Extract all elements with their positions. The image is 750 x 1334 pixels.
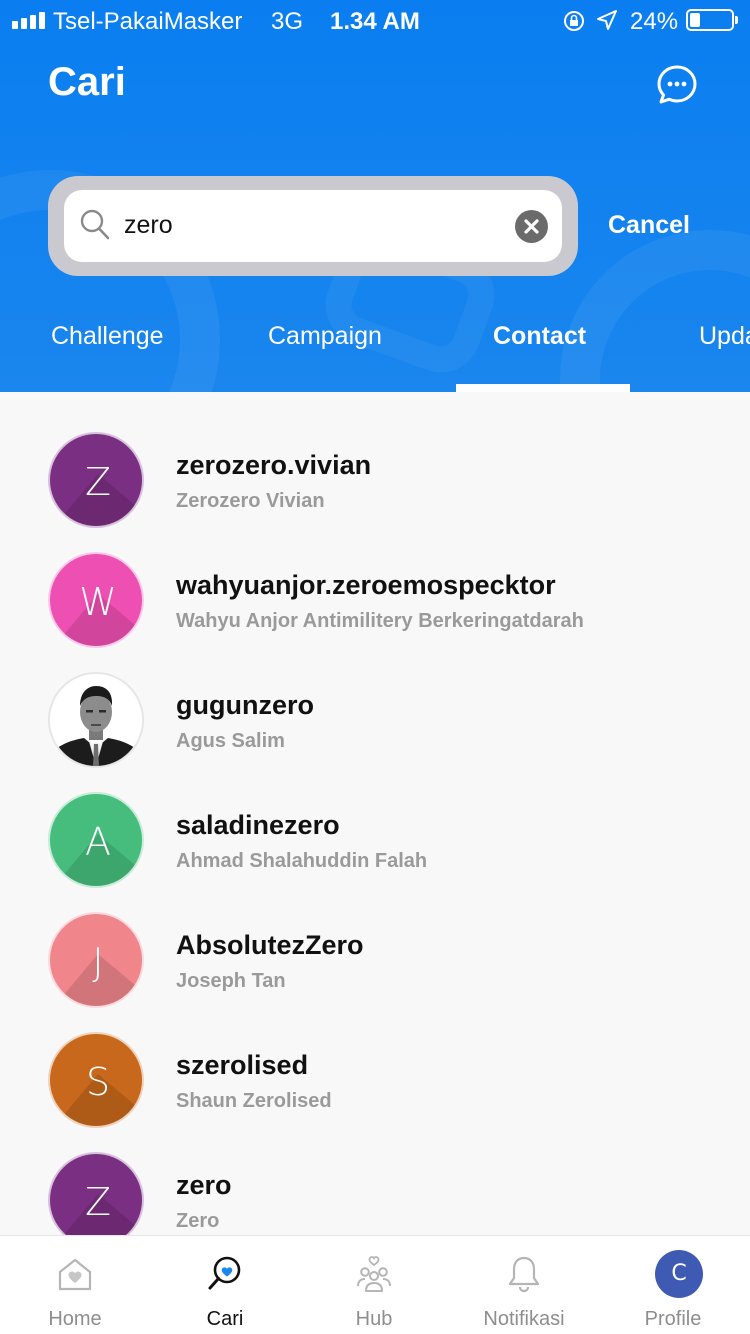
tab-challenge[interactable]: Challenge <box>51 322 164 351</box>
contact-username: saladinezero <box>176 810 340 840</box>
clear-search-button[interactable] <box>515 210 548 243</box>
location-arrow-icon <box>597 10 617 30</box>
contact-fullname: Wahyu Anjor Antimilitery Berkeringatdara… <box>176 610 584 632</box>
cancel-button[interactable]: Cancel <box>608 211 690 240</box>
search-icon <box>80 209 110 240</box>
contact-username: gugunzero <box>176 690 314 720</box>
active-tab-indicator <box>456 384 630 392</box>
chat-bubble-icon[interactable] <box>656 64 698 106</box>
clock: 1.34 AM <box>330 8 420 35</box>
nav-label: Hub <box>355 1308 393 1330</box>
nav-home[interactable]: Home <box>0 1236 150 1334</box>
contact-row[interactable]: Zzero Zero <box>0 1152 750 1235</box>
search-input[interactable] <box>124 205 504 245</box>
contact-fullname: Agus Salim <box>176 730 285 752</box>
contact-fullname: Shaun Zerolised <box>176 1090 332 1112</box>
avatar-initial: W <box>79 580 117 624</box>
status-bar: Tsel-PakaiMasker 3G 1.34 AM 24% <box>0 0 750 40</box>
contact-row[interactable]: J AbsolutezZero Joseph Tan <box>0 912 750 1032</box>
contact-row[interactable]: Zzerozero.vivian Zerozero Vivian <box>0 432 750 552</box>
contact-list: Zzerozero.vivian Zerozero Vivian Wwahyuanj… <box>0 392 750 1235</box>
nav-hub[interactable]: Hub <box>299 1236 449 1334</box>
tab-update[interactable]: Upda <box>699 322 750 351</box>
contact-username: zerozero.vivian <box>176 450 372 480</box>
contact-row[interactable]: Asaladinezero Ahmad Shalahuddin Falah <box>0 792 750 912</box>
avatar[interactable] <box>48 672 144 768</box>
rotation-lock-icon <box>564 11 584 31</box>
contact-row[interactable]: Wwahyuanjor.zeroemospecktor Wahyu Anjor A… <box>0 552 750 672</box>
contact-username: AbsolutezZero <box>176 930 364 960</box>
contact-username: wahyuanjor.zeroemospecktor <box>176 570 556 600</box>
avatar[interactable]: Z <box>48 432 144 528</box>
page-title: Cari <box>48 60 126 104</box>
signal-icon <box>12 12 45 29</box>
nav-label: Home <box>48 1308 102 1330</box>
profile-avatar[interactable]: C <box>655 1250 703 1298</box>
avatar-initial: Z <box>84 460 112 504</box>
nav-label: Profile <box>644 1308 702 1330</box>
bottom-nav: Home Cari Hub Notifikasi Profile <box>0 1235 750 1334</box>
search-heart-icon <box>208 1256 241 1290</box>
close-icon <box>524 219 539 234</box>
avatar[interactable]: S <box>48 1032 144 1128</box>
battery-percent: 24% <box>630 8 679 35</box>
avatar[interactable]: Z <box>48 1152 144 1235</box>
contact-row[interactable]: gugunzero Agus Salim <box>0 672 750 792</box>
avatar[interactable]: J <box>48 912 144 1008</box>
nav-label: Notifikasi <box>483 1308 565 1330</box>
contact-username: szerolised <box>176 1050 309 1080</box>
nav-label: Cari <box>206 1308 244 1330</box>
avatar-initial: Z <box>84 1180 112 1224</box>
nav-cari[interactable]: Cari <box>150 1236 300 1334</box>
contact-fullname: Joseph Tan <box>176 970 286 992</box>
contact-fullname: Zerozero Vivian <box>176 490 325 512</box>
avatar[interactable]: A <box>48 792 144 888</box>
bell-icon <box>508 1256 540 1293</box>
tab-campaign[interactable]: Campaign <box>268 322 382 351</box>
carrier-name: Tsel-PakaiMasker <box>53 8 243 35</box>
battery-icon <box>686 9 738 31</box>
avatar-initial: S <box>85 1060 111 1104</box>
community-icon <box>357 1256 391 1292</box>
contact-fullname: Ahmad Shalahuddin Falah <box>176 850 428 872</box>
nav-notifikasi[interactable]: Notifikasi <box>449 1236 599 1334</box>
tab-bar: Challenge Campaign Contact Upda <box>0 318 750 392</box>
contact-username: zero <box>176 1170 232 1200</box>
home-icon <box>58 1258 92 1291</box>
network-type: 3G <box>271 8 304 35</box>
avatar-initial: A <box>85 820 111 864</box>
contact-fullname: Zero <box>176 1210 220 1232</box>
contact-row[interactable]: Sszerolised Shaun Zerolised <box>0 1032 750 1152</box>
avatar-initial: J <box>92 940 104 984</box>
profile-photo <box>50 674 142 766</box>
tab-contact[interactable]: Contact <box>493 322 586 351</box>
avatar[interactable]: W <box>48 552 144 648</box>
